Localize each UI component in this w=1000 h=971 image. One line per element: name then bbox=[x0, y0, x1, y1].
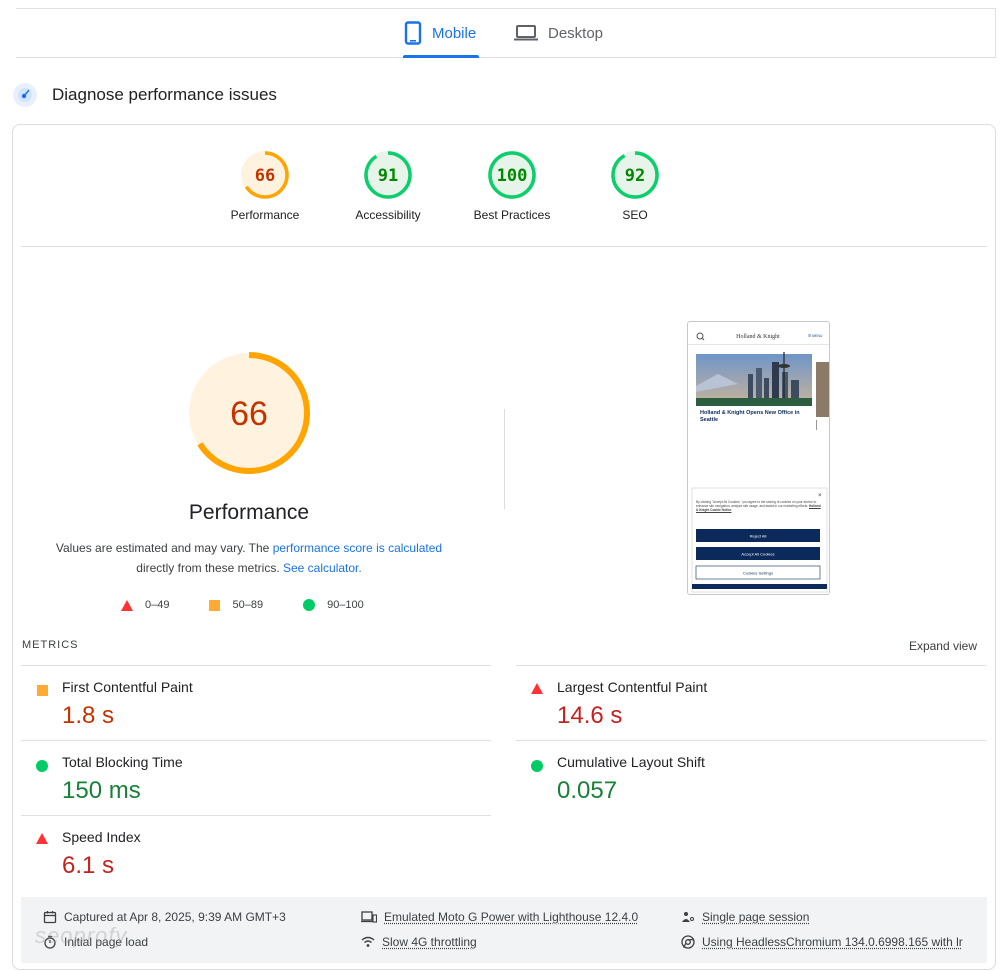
desc-text-2: directly from these metrics. bbox=[136, 561, 280, 575]
gauge-score: 100 bbox=[497, 166, 528, 186]
metric-value: 6.1 s bbox=[62, 852, 115, 879]
gauge-label: Accessibility bbox=[355, 208, 421, 222]
gauge-ring: 91 bbox=[364, 151, 412, 199]
performance-score-large: 66 bbox=[230, 395, 268, 433]
tab-desktop[interactable]: Desktop bbox=[514, 9, 603, 57]
tab-desktop-label: Desktop bbox=[548, 24, 604, 42]
legend-good-label: 90–100 bbox=[327, 599, 364, 611]
diagnose-header: Diagnose performance issues bbox=[12, 82, 277, 108]
laptop-icon bbox=[514, 25, 538, 41]
triangle-icon bbox=[531, 683, 543, 694]
metric-name: Cumulative Layout Shift bbox=[557, 754, 705, 770]
tab-mobile-label: Mobile bbox=[432, 24, 477, 42]
screenshot-accept-button: Accept All Cookies bbox=[741, 552, 774, 557]
gauge-ring: 92 bbox=[611, 151, 659, 199]
vertical-divider bbox=[504, 409, 505, 509]
active-tab-indicator bbox=[403, 55, 479, 58]
gauge-score: 66 bbox=[255, 166, 275, 186]
gauge-ring: 66 bbox=[241, 151, 289, 199]
metric-largest-contentful-paint: Largest Contentful Paint 14.6 s bbox=[516, 665, 986, 740]
circle-icon bbox=[303, 599, 316, 611]
tab-mobile[interactable]: Mobile bbox=[404, 9, 476, 57]
metric-value: 1.8 s bbox=[62, 702, 115, 729]
circle-icon bbox=[531, 760, 543, 772]
page-screenshot: Holland & Knight ☰ MENU Holland & Knight… bbox=[687, 321, 830, 595]
metric-name: Largest Contentful Paint bbox=[557, 679, 708, 695]
metric-name: Speed Index bbox=[62, 829, 141, 845]
expand-view-toggle[interactable]: Expand view bbox=[909, 639, 977, 653]
metric-value: 150 ms bbox=[62, 777, 141, 804]
divider bbox=[21, 246, 987, 247]
captured-text: Captured at Apr 8, 2025, 9:39 AM GMT+3 bbox=[64, 910, 286, 924]
captured-info: Captured at Apr 8, 2025, 9:39 AM GMT+3 bbox=[43, 910, 286, 924]
square-icon bbox=[37, 685, 48, 696]
triangle-icon bbox=[121, 599, 133, 611]
legend-average-label: 50–89 bbox=[232, 599, 264, 611]
diagnose-title: Diagnose performance issues bbox=[52, 85, 277, 104]
browser-text: Using HeadlessChromium 134.0.6998.165 wi… bbox=[702, 935, 963, 949]
legend-average: 50–89 bbox=[209, 599, 263, 611]
square-icon bbox=[209, 599, 221, 611]
metric-name: Total Blocking Time bbox=[62, 754, 183, 770]
score-gauges: 66 Performance 91 Accessibility 100 Best Prac… bbox=[13, 149, 997, 229]
report-card: 66 Performance 91 Accessibility 100 Best Prac… bbox=[12, 124, 996, 970]
see-calculator-link[interactable]: See calculator. bbox=[283, 561, 362, 575]
performance-title: Performance bbox=[188, 501, 310, 524]
desc-text-1: Values are estimated and may vary. The bbox=[55, 541, 270, 555]
screenshot-brand: Holland & Knight bbox=[736, 334, 780, 340]
screenshot-menu: ☰ MENU bbox=[808, 333, 823, 338]
screenshot-reject-button: Reject All bbox=[750, 534, 767, 539]
score-legend: 0–49 50–89 90–100 bbox=[121, 599, 364, 611]
metric-name: First Contentful Paint bbox=[62, 679, 193, 695]
screenshot-headline: Holland & Knight Opens New Office in Sea… bbox=[700, 410, 800, 423]
watermark: seoprofy bbox=[35, 923, 128, 948]
legend-poor: 0–49 bbox=[121, 599, 169, 611]
session-info[interactable]: Single page session bbox=[681, 910, 809, 924]
signal-icon bbox=[361, 936, 375, 947]
score-gauge-accessibility[interactable]: 91 Accessibility bbox=[333, 149, 443, 222]
browser-info[interactable]: Using HeadlessChromium 134.0.6998.165 wi… bbox=[681, 935, 963, 949]
metric-value: 14.6 s bbox=[557, 702, 623, 729]
person-icon bbox=[682, 912, 694, 922]
calendar-icon bbox=[43, 911, 57, 924]
metric-total-blocking-time: Total Blocking Time 150 ms bbox=[21, 740, 491, 815]
device-text: Emulated Moto G Power with Lighthouse 12… bbox=[384, 910, 639, 924]
performance-description: Values are estimated and may vary. The p… bbox=[33, 538, 465, 578]
gauge-label: SEO bbox=[622, 208, 648, 222]
metric-speed-index: Speed Index 6.1 s bbox=[21, 815, 491, 890]
throttling-text: Slow 4G throttling bbox=[382, 935, 477, 949]
performance-gauge-large: 66 bbox=[188, 352, 310, 474]
device-info[interactable]: Emulated Moto G Power with Lighthouse 12… bbox=[361, 910, 638, 924]
metrics-heading: METRICS bbox=[22, 639, 79, 651]
devices-icon bbox=[361, 911, 377, 923]
performance-score-link[interactable]: performance score is calculated bbox=[273, 541, 442, 555]
svg-text:×: × bbox=[818, 493, 822, 499]
chrome-icon bbox=[681, 935, 695, 949]
gauge-score: 91 bbox=[378, 166, 398, 186]
screenshot-cookie-text: By clicking "Accept All Cookies," you ag… bbox=[696, 500, 817, 509]
lighthouse-icon bbox=[13, 83, 37, 107]
metric-cumulative-layout-shift: Cumulative Layout Shift 0.057 bbox=[516, 740, 986, 815]
smartphone-icon bbox=[404, 21, 422, 45]
throttling-info[interactable]: Slow 4G throttling bbox=[361, 935, 477, 949]
metric-value: 0.057 bbox=[557, 777, 618, 804]
session-text: Single page session bbox=[702, 910, 810, 924]
gauge-label: Best Practices bbox=[473, 208, 551, 222]
metric-first-contentful-paint: First Contentful Paint 1.8 s bbox=[21, 665, 491, 740]
circle-icon bbox=[36, 760, 48, 772]
gauge-label: Performance bbox=[230, 208, 300, 222]
device-tabs-bar: Mobile Desktop bbox=[16, 8, 996, 58]
gauge-score: 92 bbox=[625, 166, 645, 186]
triangle-icon bbox=[36, 833, 48, 844]
run-info-footer: Captured at Apr 8, 2025, 9:39 AM GMT+3 I… bbox=[21, 897, 987, 963]
screenshot-render: Holland & Knight ☰ MENU Holland & Knight… bbox=[688, 332, 829, 593]
score-gauge-best-practices[interactable]: 100 Best Practices bbox=[457, 149, 567, 222]
score-gauge-performance[interactable]: 66 Performance bbox=[210, 149, 320, 222]
screenshot-settings-button: Cookies Settings bbox=[743, 571, 773, 576]
legend-good: 90–100 bbox=[303, 599, 364, 611]
legend-poor-label: 0–49 bbox=[145, 599, 170, 611]
gauge-ring: 100 bbox=[488, 151, 536, 199]
score-gauge-seo[interactable]: 92 SEO bbox=[580, 149, 690, 222]
